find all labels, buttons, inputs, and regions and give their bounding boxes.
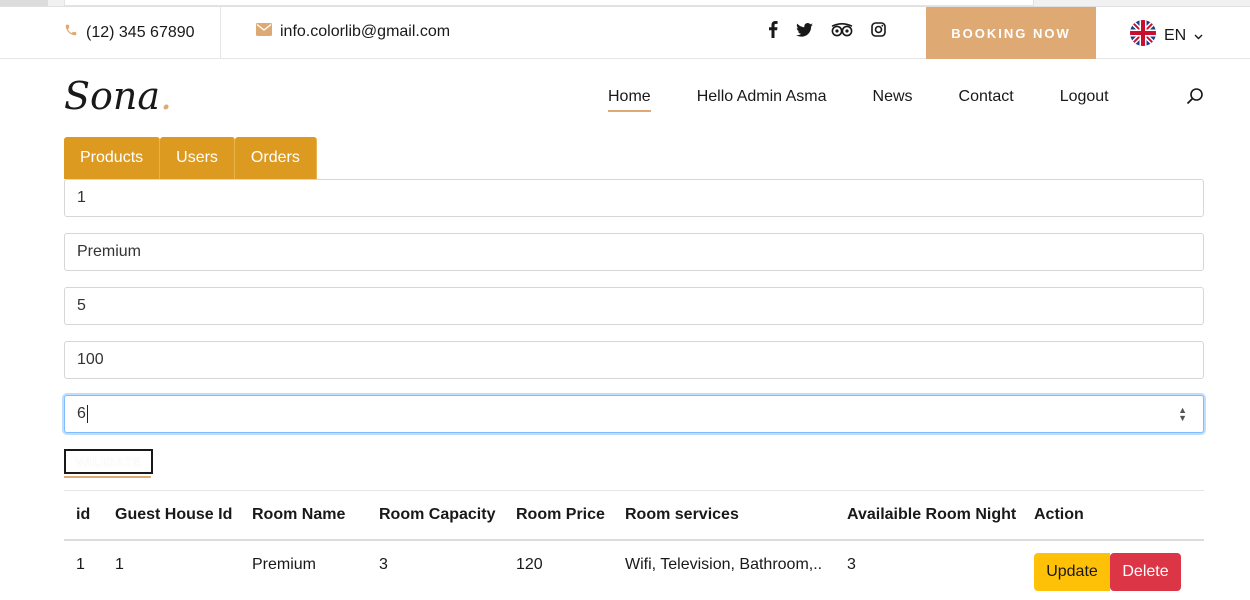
table-cell: 1: [115, 556, 124, 573]
browser-tab-strip: [0, 0, 1250, 7]
field-value: 5: [77, 297, 86, 314]
tripadvisor-icon[interactable]: [831, 22, 853, 37]
admin-tabs: Products Users Orders: [64, 137, 317, 179]
logo-dot: .: [160, 74, 173, 118]
table-cell: 3: [847, 556, 856, 573]
room-capacity-field[interactable]: 5: [64, 287, 1204, 325]
table-cell: 120: [516, 556, 543, 573]
validate-button[interactable]: VALIDATE: [64, 449, 153, 474]
search-icon[interactable]: [1186, 87, 1204, 110]
browser-tab[interactable]: [0, 0, 48, 6]
room-price-field[interactable]: 100: [64, 341, 1204, 379]
nav-item-hello-admin[interactable]: Hello Admin Asma: [697, 88, 827, 112]
column-header-room-capacity: Room Capacity: [379, 506, 496, 523]
nav-item-news[interactable]: News: [873, 88, 913, 112]
nav-item-contact[interactable]: Contact: [959, 88, 1014, 112]
tab-users[interactable]: Users: [160, 137, 235, 179]
guest-house-id-field[interactable]: 1: [64, 179, 1204, 217]
facebook-icon[interactable]: [768, 21, 778, 38]
contact-email: info.colorlib@gmail.com: [256, 23, 450, 41]
field-value: 1: [77, 189, 86, 206]
nav-item-home[interactable]: Home: [608, 88, 651, 112]
text-caret: [86, 405, 88, 423]
table-cell: Premium: [252, 556, 317, 573]
available-nights-field[interactable]: 6 ▲ ▼: [64, 395, 1204, 433]
field-value: Premium: [77, 243, 142, 260]
language-label: EN: [1164, 26, 1187, 44]
field-value: 6: [77, 405, 86, 422]
table-cell: 3: [379, 556, 388, 573]
field-value: 100: [77, 351, 104, 368]
column-header-guest-house-id: Guest House Id: [115, 506, 233, 523]
column-header-room-price: Room Price: [516, 506, 605, 523]
twitter-icon[interactable]: [796, 22, 813, 37]
divider: [220, 7, 221, 59]
language-selector[interactable]: EN: [1130, 20, 1203, 51]
column-header-available-nights: Availaible Room Night: [847, 506, 1017, 523]
update-button[interactable]: Update: [1034, 553, 1110, 591]
top-bar: (12) 345 67890 info.colorlib@gmail.com B…: [0, 7, 1250, 59]
column-header-room-name: Room Name: [252, 506, 346, 523]
uk-flag-icon: [1130, 20, 1156, 51]
phone-number: (12) 345 67890: [86, 23, 195, 41]
site-header: Sona. Home Hello Admin Asma News Contact…: [0, 60, 1250, 130]
room-name-field[interactable]: Premium: [64, 233, 1204, 271]
number-spinner-icon[interactable]: ▲ ▼: [1178, 406, 1187, 423]
table-header-border: [64, 539, 1204, 541]
chevron-down-icon: [1194, 27, 1203, 45]
social-links: [768, 21, 886, 38]
contact-phone: (12) 345 67890: [64, 23, 195, 42]
column-header-room-services: Room services: [625, 506, 739, 523]
table-cell: Wifi, Television, Bathroom,..: [625, 556, 823, 573]
logo-text: Sona: [64, 74, 161, 118]
email-address: info.colorlib@gmail.com: [280, 23, 451, 40]
column-header-id: id: [76, 506, 91, 523]
booking-now-button[interactable]: BOOKING NOW: [926, 7, 1096, 59]
table-cell: 1: [76, 556, 85, 573]
site-logo[interactable]: Sona.: [64, 74, 172, 118]
envelope-icon: [256, 23, 272, 41]
validate-underline: [64, 476, 151, 478]
delete-button[interactable]: Delete: [1110, 553, 1181, 591]
column-header-action: Action: [1034, 506, 1084, 523]
nav-item-logout[interactable]: Logout: [1060, 88, 1109, 112]
main-nav: Home Hello Admin Asma News Contact Logou…: [608, 88, 1155, 112]
table-border: [64, 490, 1204, 491]
phone-icon: [64, 23, 78, 42]
tab-products[interactable]: Products: [64, 137, 161, 179]
browser-address-area[interactable]: [64, 0, 1034, 6]
tab-orders[interactable]: Orders: [234, 137, 317, 179]
instagram-icon[interactable]: [871, 22, 886, 37]
